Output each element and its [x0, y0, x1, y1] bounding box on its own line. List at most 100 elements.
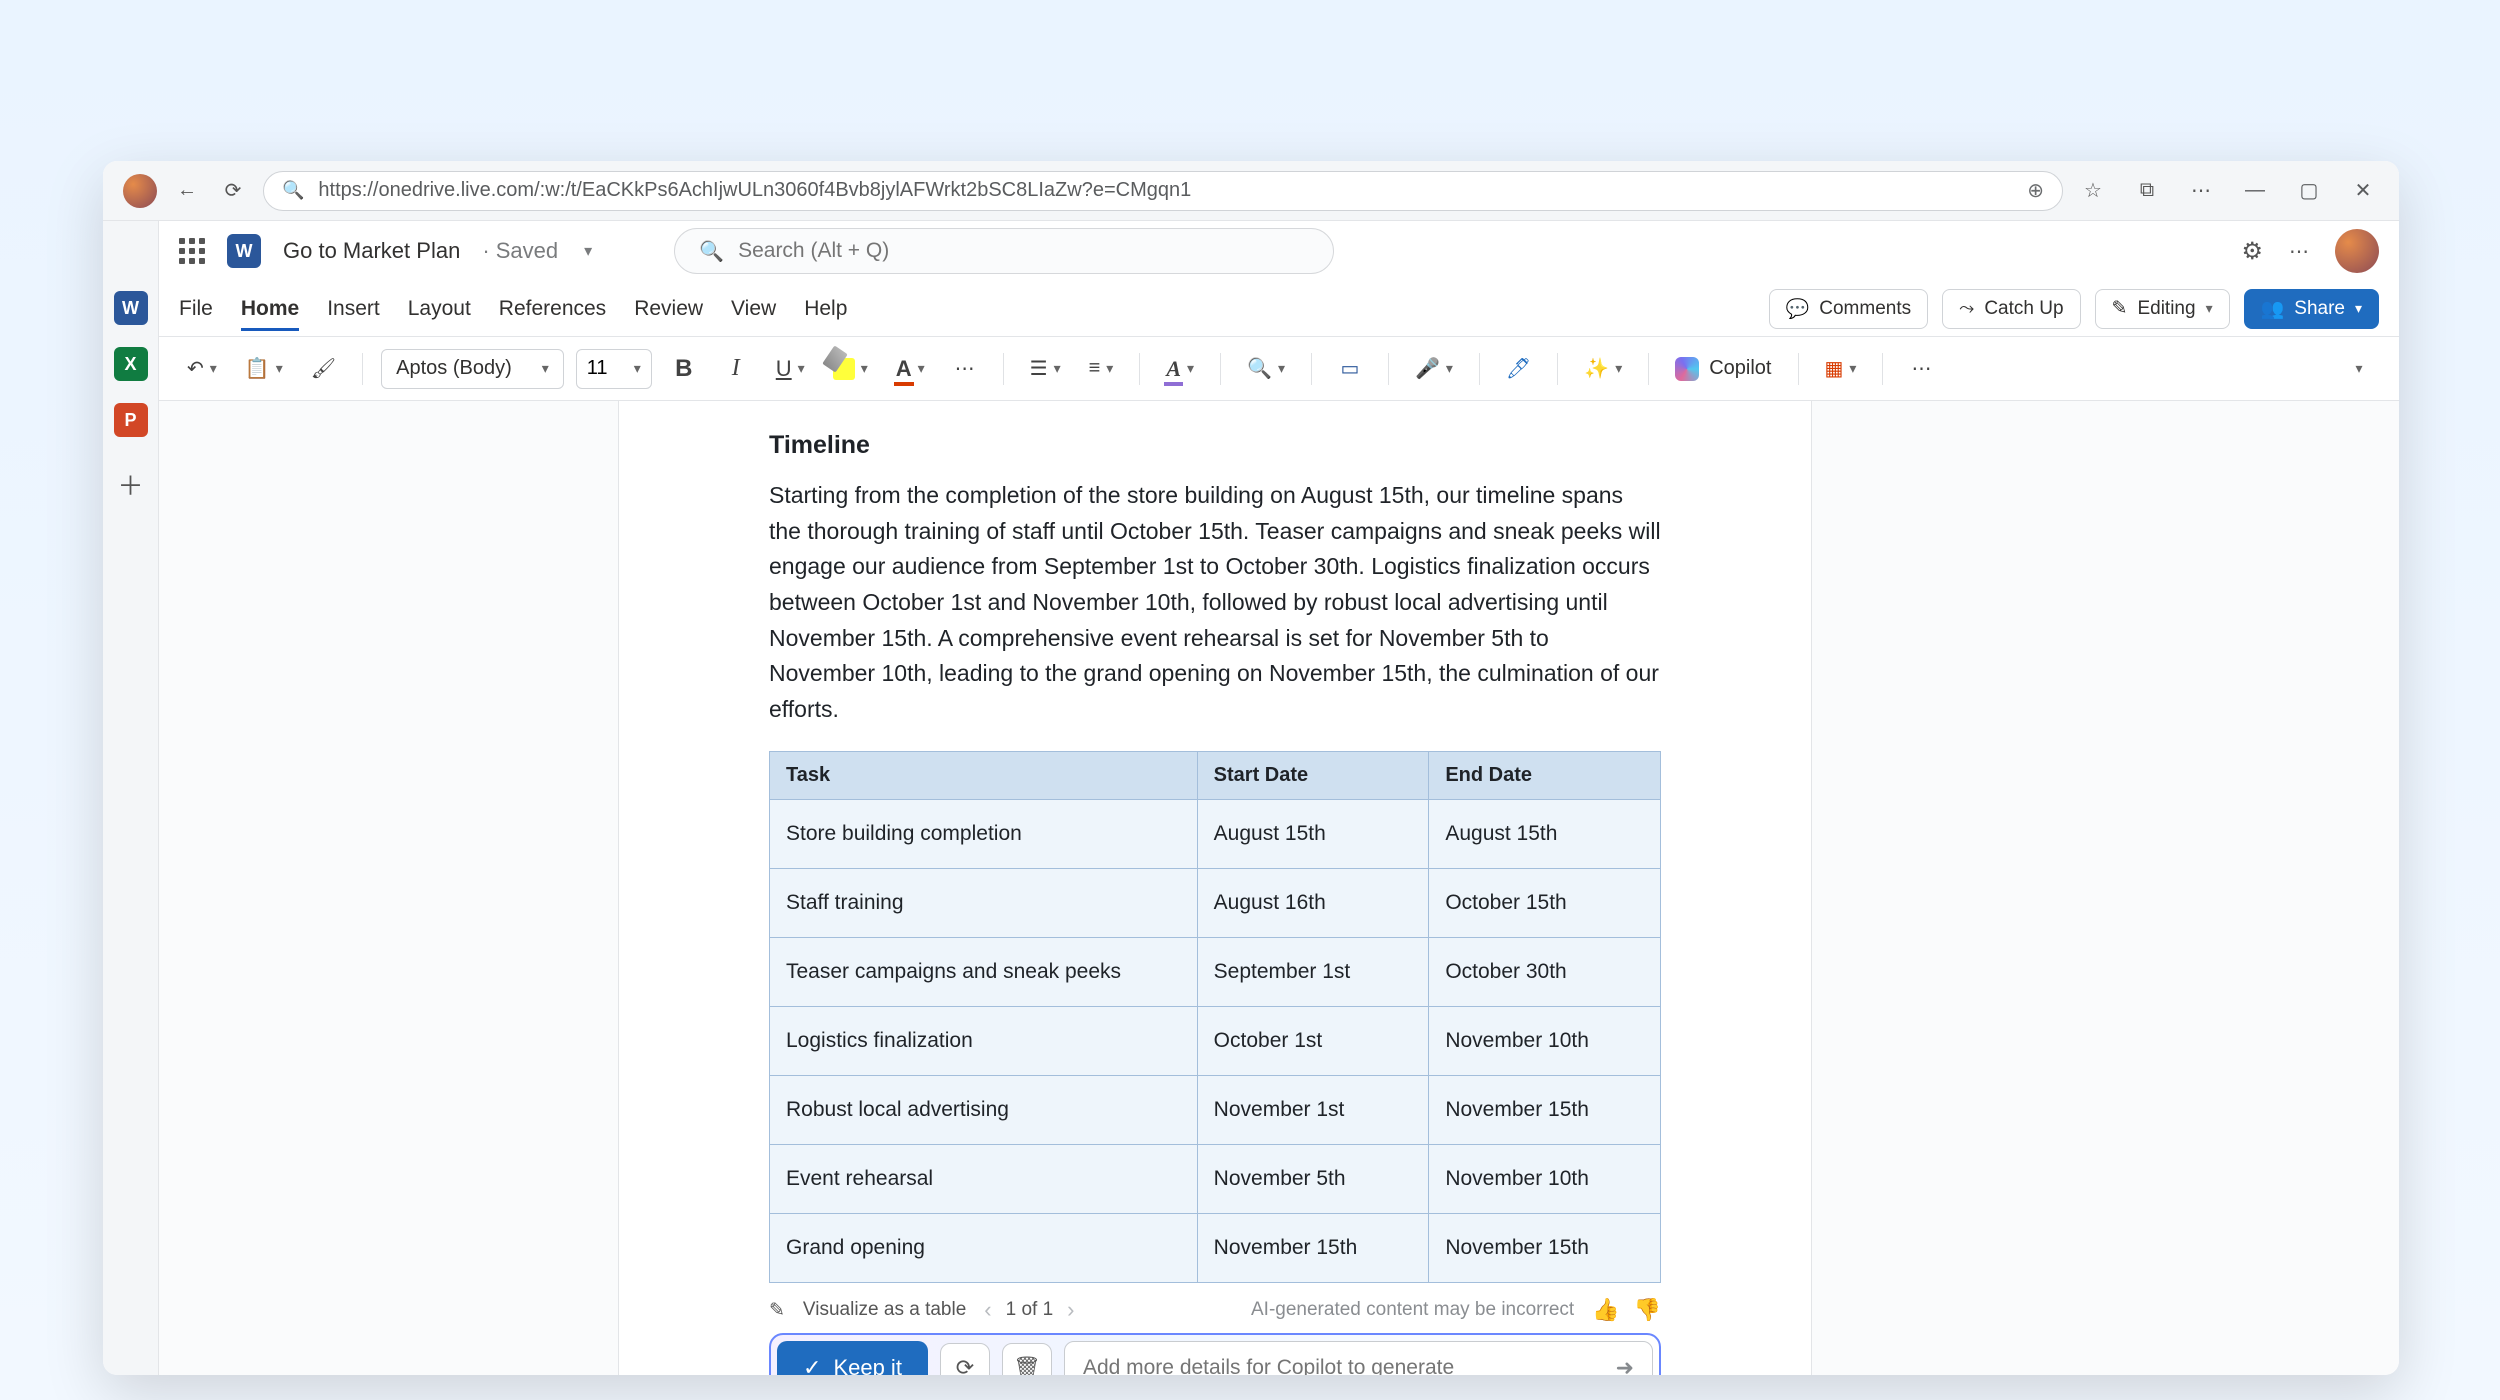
- search-input[interactable]: [738, 239, 1309, 263]
- thumbs-down-icon[interactable]: 👎: [1634, 1297, 1661, 1323]
- rail-app-excel[interactable]: X: [114, 347, 148, 381]
- format-painter-button[interactable]: 🖌: [303, 349, 344, 389]
- dictate-button[interactable]: 🎤 ▾: [1407, 349, 1461, 389]
- table-row: Teaser campaigns and sneak peeksSeptembe…: [770, 938, 1661, 1007]
- menu-review[interactable]: Review: [634, 287, 703, 331]
- table-row: Store building completionAugust 15thAugu…: [770, 800, 1661, 869]
- bullets-button[interactable]: ☰ ▾: [1022, 349, 1069, 389]
- favorite-icon[interactable]: ☆: [2077, 175, 2109, 207]
- cell-end: August 15th: [1429, 800, 1661, 869]
- user-avatar[interactable]: [2335, 229, 2379, 273]
- search-icon: 🔍: [282, 180, 304, 201]
- chevron-down-icon: ▾: [2206, 300, 2213, 317]
- chevron-down-icon[interactable]: ▾: [584, 241, 592, 261]
- editor-button[interactable]: 🖊: [1498, 349, 1539, 389]
- clear-formatting-button[interactable]: A▾: [1158, 349, 1202, 389]
- app-launcher-icon[interactable]: [179, 238, 205, 264]
- catch-up-button[interactable]: ⤳Catch Up: [1942, 289, 2080, 329]
- cell-end: November 15th: [1429, 1214, 1661, 1283]
- ai-disclaimer: AI-generated content may be incorrect: [1251, 1299, 1574, 1321]
- paste-button[interactable]: 📋 ▾: [237, 349, 291, 389]
- settings-gear-icon[interactable]: ⚙: [2241, 237, 2263, 266]
- cell-end: November 10th: [1429, 1007, 1661, 1076]
- collections-icon[interactable]: ⧉: [2131, 175, 2163, 207]
- timeline-table: Task Start Date End Date Store building …: [769, 751, 1661, 1283]
- menu-insert[interactable]: Insert: [327, 287, 380, 331]
- send-icon[interactable]: ➜: [1616, 1355, 1634, 1375]
- menu-file[interactable]: File: [179, 287, 213, 331]
- discard-button[interactable]: 🗑: [1002, 1343, 1052, 1375]
- cell-start: October 1st: [1197, 1007, 1429, 1076]
- cell-task: Staff training: [770, 869, 1198, 938]
- minimize-button[interactable]: —: [2239, 175, 2271, 207]
- menu-references[interactable]: References: [499, 287, 606, 331]
- ribbon-collapse-chevron-icon[interactable]: ▾: [2339, 349, 2379, 389]
- font-name-select[interactable]: Aptos (Body)▾: [381, 349, 564, 389]
- page-indicator: 1 of 1: [1006, 1299, 1054, 1321]
- keep-it-button[interactable]: ✓Keep it: [777, 1341, 928, 1375]
- visualize-label[interactable]: Visualize as a table: [803, 1299, 966, 1321]
- copilot-result-meta: ✎ Visualize as a table ‹ 1 of 1 › AI-gen…: [769, 1297, 1661, 1323]
- rail-add-app[interactable]: ＋: [114, 467, 148, 501]
- menu-layout[interactable]: Layout: [408, 287, 471, 331]
- undo-button[interactable]: ↶ ▾: [179, 349, 225, 389]
- immersive-reader-button[interactable]: ▭: [1330, 349, 1370, 389]
- more-icon[interactable]: ⋯: [2283, 235, 2315, 267]
- menu-view[interactable]: View: [731, 287, 776, 331]
- cell-end: November 10th: [1429, 1145, 1661, 1214]
- shield-icon[interactable]: ⊕: [2027, 178, 2044, 203]
- find-button[interactable]: 🔍 ▾: [1239, 349, 1293, 389]
- font-size-select[interactable]: 11▾: [576, 349, 652, 389]
- next-result-button[interactable]: ›: [1067, 1297, 1074, 1323]
- underline-button[interactable]: U▾: [768, 349, 813, 389]
- document-page[interactable]: Timeline Starting from the completion of…: [619, 401, 1811, 1375]
- address-bar[interactable]: 🔍 https://onedrive.live.com/:w:/t/EaCKkP…: [263, 171, 2063, 211]
- comment-icon: 💬: [1786, 297, 1810, 321]
- copilot-prompt-input[interactable]: [1083, 1356, 1616, 1375]
- copilot-button[interactable]: Copilot: [1667, 349, 1779, 389]
- col-task: Task: [770, 752, 1198, 800]
- regenerate-button[interactable]: ⟳: [940, 1343, 990, 1375]
- chevron-down-icon: ▾: [2355, 300, 2362, 317]
- italic-button[interactable]: I: [716, 349, 756, 389]
- document-title[interactable]: Go to Market Plan: [283, 238, 460, 264]
- designer-button[interactable]: ✨ ▾: [1576, 349, 1630, 389]
- cell-task: Event rehearsal: [770, 1145, 1198, 1214]
- people-icon: 👥: [2261, 297, 2285, 321]
- thumbs-up-icon[interactable]: 👍: [1592, 1297, 1619, 1323]
- table-row: Staff trainingAugust 16thOctober 15th: [770, 869, 1661, 938]
- profile-avatar[interactable]: [123, 174, 157, 208]
- more-commands-button[interactable]: ⋯: [1901, 349, 1941, 389]
- editing-mode-button[interactable]: ✎Editing▾: [2095, 289, 2230, 329]
- copilot-prompt-box[interactable]: ➜: [1064, 1341, 1653, 1375]
- more-font-button[interactable]: ⋯: [945, 349, 985, 389]
- cell-task: Robust local advertising: [770, 1076, 1198, 1145]
- prev-result-button[interactable]: ‹: [984, 1297, 991, 1323]
- menu-bar: File Home Insert Layout References Review View…: [159, 281, 2399, 337]
- bold-button[interactable]: B: [664, 349, 704, 389]
- col-end: End Date: [1429, 752, 1661, 800]
- font-color-button[interactable]: A▾: [888, 349, 933, 389]
- maximize-button[interactable]: ▢: [2293, 175, 2325, 207]
- menu-help[interactable]: Help: [804, 287, 847, 331]
- rail-app-word[interactable]: W: [114, 291, 148, 325]
- refresh-button[interactable]: ⟳: [217, 175, 249, 207]
- close-button[interactable]: ✕: [2347, 175, 2379, 207]
- ribbon-toolbar: ↶ ▾ 📋 ▾ 🖌 Aptos (Body)▾ 11▾ B I U▾ ▾ A▾ …: [159, 337, 2399, 401]
- highlight-color-button[interactable]: ▾: [825, 349, 876, 389]
- app-rail: W X P ＋: [103, 221, 159, 1375]
- col-start: Start Date: [1197, 752, 1429, 800]
- share-button[interactable]: 👥Share▾: [2244, 289, 2379, 329]
- more-icon[interactable]: ⋯: [2185, 175, 2217, 207]
- alignment-button[interactable]: ≡ ▾: [1081, 349, 1122, 389]
- search-box[interactable]: 🔍: [674, 228, 1334, 274]
- back-button[interactable]: ←: [171, 175, 203, 207]
- menu-home[interactable]: Home: [241, 287, 299, 331]
- comments-button[interactable]: 💬Comments: [1769, 289, 1929, 329]
- cell-start: August 15th: [1197, 800, 1429, 869]
- cell-start: November 1st: [1197, 1076, 1429, 1145]
- title-bar: W Go to Market Plan · Saved ▾ 🔍 ⚙ ⋯: [159, 221, 2399, 281]
- chevron-down-icon: ▾: [542, 360, 549, 377]
- rail-app-powerpoint[interactable]: P: [114, 403, 148, 437]
- add-ins-button[interactable]: ▦ ▾: [1817, 349, 1865, 389]
